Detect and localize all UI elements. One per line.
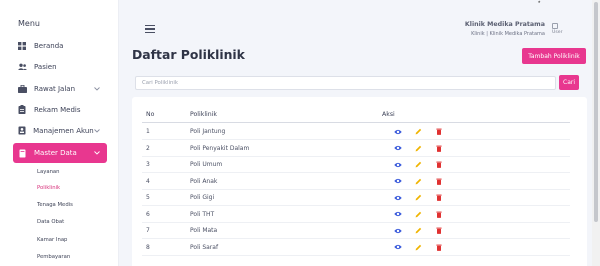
edit-icon[interactable] bbox=[414, 160, 423, 169]
scrollbar-thumb[interactable] bbox=[594, 2, 598, 222]
column-header-no: No bbox=[146, 111, 155, 118]
cell-no: 2 bbox=[146, 144, 150, 152]
clinic-subtitle: Klinik | Klinik Medika Pratama bbox=[471, 31, 545, 37]
table-row: 1 Poli Jantung bbox=[142, 124, 570, 140]
table-row: 4 Poli Anak bbox=[142, 174, 570, 190]
view-icon[interactable] bbox=[393, 243, 402, 252]
sidebar-subitem-poliklinik[interactable]: Poliklinik bbox=[37, 185, 60, 191]
sidebar-subitem-pembayaran[interactable]: Pembayaran bbox=[37, 254, 70, 260]
sidebar-subitem-layanan[interactable]: Layanan bbox=[37, 169, 60, 175]
delete-icon[interactable] bbox=[434, 144, 443, 153]
delete-icon[interactable] bbox=[434, 193, 443, 202]
view-icon[interactable] bbox=[393, 210, 402, 219]
cell-poliklinik-name: Poli Jantung bbox=[190, 128, 226, 135]
sidebar-item-label: Master Data bbox=[34, 149, 77, 157]
broken-image-icon bbox=[552, 23, 558, 29]
edit-icon[interactable] bbox=[414, 193, 423, 202]
cell-no: 5 bbox=[146, 194, 150, 201]
sidebar-subitem-tenaga-medis[interactable]: Tenaga Medis bbox=[37, 202, 73, 208]
delete-icon[interactable] bbox=[434, 226, 443, 235]
id-card-icon bbox=[17, 126, 26, 136]
cell-poliklinik-name: Poli Mata bbox=[190, 227, 218, 234]
table-row: 8 Poli Saraf bbox=[142, 240, 570, 256]
edit-icon[interactable] bbox=[414, 226, 423, 235]
chevron-down-icon bbox=[93, 151, 101, 155]
sidebar-item-label: Rekam Medis bbox=[34, 105, 81, 114]
edit-icon[interactable] bbox=[414, 210, 423, 219]
cell-poliklinik-name: Poli Penyakit Dalam bbox=[190, 144, 250, 152]
avatar-alt-text: User bbox=[552, 30, 563, 35]
view-icon[interactable] bbox=[393, 193, 402, 202]
sidebar-subitem-kamar-inap[interactable]: Kamar Inap bbox=[37, 237, 67, 243]
edit-icon[interactable] bbox=[414, 243, 423, 252]
cell-no: 8 bbox=[146, 243, 150, 251]
sidebar-item-label: Manajemen Akun bbox=[33, 126, 94, 135]
cell-no: 4 bbox=[146, 177, 150, 185]
notification-icon[interactable]: ⋆ bbox=[537, 0, 541, 6]
column-header-aksi: Aksi bbox=[382, 111, 395, 118]
cell-no: 6 bbox=[146, 210, 150, 218]
page-title: Daftar Poliklinik bbox=[132, 47, 245, 62]
cell-no: 1 bbox=[146, 128, 150, 135]
view-icon[interactable] bbox=[393, 226, 402, 235]
column-header-poliklinik: Poliklinik bbox=[190, 111, 217, 118]
table-row: 5 Poli Gigi bbox=[142, 190, 570, 206]
main-content: ⋆ Klinik Medika Pratama Klinik | Klinik … bbox=[119, 0, 600, 266]
table-row: 2 Poli Penyakit Dalam bbox=[142, 141, 570, 157]
sidebar-item-label: Pasien bbox=[34, 62, 57, 71]
sidebar-item-rekam-medis[interactable]: Rekam Medis bbox=[13, 100, 107, 119]
view-icon[interactable] bbox=[393, 160, 402, 169]
delete-icon[interactable] bbox=[434, 160, 443, 169]
delete-icon[interactable] bbox=[434, 127, 443, 136]
search-input[interactable] bbox=[135, 76, 556, 90]
cell-poliklinik-name: Poli THT bbox=[190, 210, 215, 218]
sidebar-subitem-data-obat[interactable]: Data Obat bbox=[37, 219, 64, 225]
search-button[interactable]: Cari bbox=[559, 75, 579, 90]
poliklinik-table: No Poliklinik Aksi 1 Poli Jantung 2 Poli Pe… bbox=[132, 97, 587, 266]
briefcase-icon bbox=[17, 84, 27, 94]
delete-icon[interactable] bbox=[434, 177, 443, 186]
delete-icon[interactable] bbox=[434, 243, 443, 252]
avatar[interactable]: User bbox=[552, 23, 566, 37]
table-row: 7 Poli Mata bbox=[142, 223, 570, 239]
sidebar-item-label: Rawat Jalan bbox=[34, 84, 76, 93]
clinic-name: Klinik Medika Pratama bbox=[464, 21, 545, 28]
sidebar: Menu Beranda Pasien Rawat Jalan Rekam Me… bbox=[0, 0, 119, 266]
sidebar-item-master-data[interactable]: Master Data bbox=[13, 143, 107, 163]
sidebar-item-manajemen-akun[interactable]: Manajemen Akun bbox=[13, 121, 107, 140]
cell-poliklinik-name: Poli Anak bbox=[190, 177, 218, 185]
view-icon[interactable] bbox=[393, 127, 402, 136]
sidebar-item-rawat-jalan[interactable]: Rawat Jalan bbox=[13, 79, 107, 98]
sidebar-item-beranda[interactable]: Beranda bbox=[13, 36, 107, 55]
view-icon[interactable] bbox=[393, 177, 402, 186]
sidebar-item-pasien[interactable]: Pasien bbox=[13, 57, 107, 76]
edit-icon[interactable] bbox=[414, 127, 423, 136]
hamburger-menu-icon[interactable] bbox=[145, 25, 155, 33]
cell-no: 7 bbox=[146, 227, 150, 234]
edit-icon[interactable] bbox=[414, 177, 423, 186]
chevron-down-icon bbox=[94, 128, 101, 133]
table-row: 6 Poli THT bbox=[142, 207, 570, 223]
clipboard-icon bbox=[17, 105, 27, 115]
cell-poliklinik-name: Poli Saraf bbox=[190, 243, 219, 251]
sidebar-item-label: Beranda bbox=[34, 41, 64, 50]
dashboard-icon bbox=[17, 41, 27, 51]
view-icon[interactable] bbox=[393, 144, 402, 153]
edit-icon[interactable] bbox=[414, 144, 423, 153]
cell-poliklinik-name: Poli Gigi bbox=[190, 194, 215, 201]
add-poliklinik-button[interactable]: Tambah Poliklinik bbox=[522, 48, 586, 64]
chevron-down-icon bbox=[93, 86, 101, 91]
table-row: 3 Poli Umum bbox=[142, 157, 570, 173]
book-icon bbox=[17, 148, 27, 158]
sidebar-menu-title: Menu bbox=[18, 19, 40, 28]
table-header-divider bbox=[142, 122, 570, 123]
delete-icon[interactable] bbox=[434, 210, 443, 219]
users-icon bbox=[17, 62, 27, 72]
cell-no: 3 bbox=[146, 161, 150, 168]
cell-poliklinik-name: Poli Umum bbox=[190, 161, 223, 168]
